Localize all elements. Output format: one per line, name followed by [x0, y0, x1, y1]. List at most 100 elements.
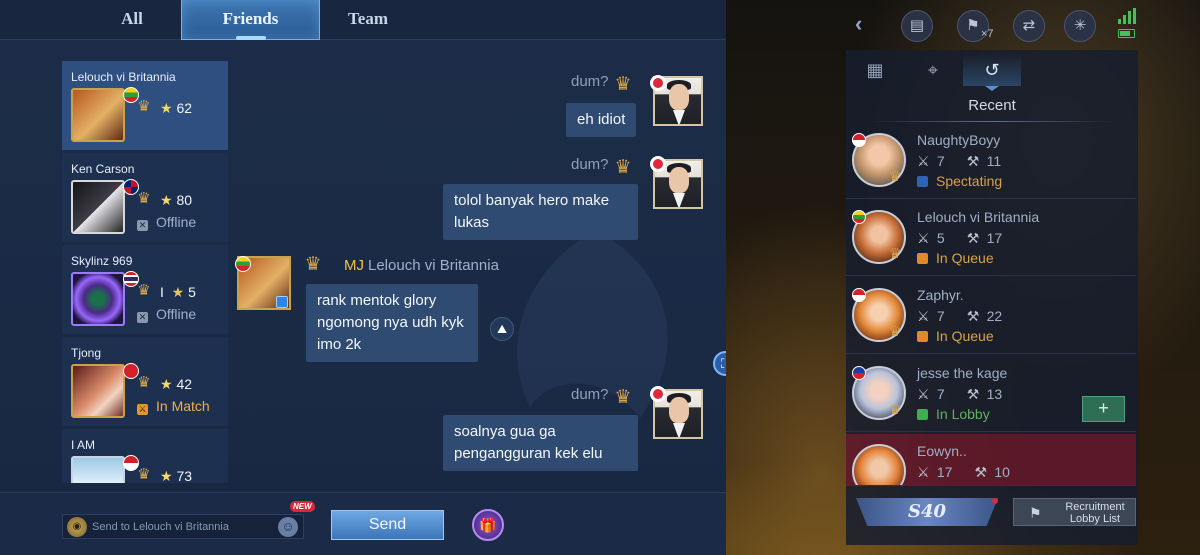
- message-bubble[interactable]: tolol banyak hero make lukas: [443, 184, 638, 240]
- multiplier-label: ×7: [981, 28, 994, 40]
- hammer-icon: ⚒: [966, 308, 980, 324]
- recent-player-item[interactable]: ♛ NaughtyBoyy ⚔ 7 ⚒ 11 Spectating: [846, 123, 1136, 199]
- message-text: eh idiot: [577, 111, 626, 128]
- message-input-placeholder: Send to Lelouch vi Britannia: [92, 521, 229, 533]
- avatar-shirt: [673, 423, 685, 437]
- kills: 5: [936, 230, 945, 246]
- chat-messages[interactable]: dum? ♛ eh idiot dum? ♛ tolol banyak hero m…: [230, 60, 726, 492]
- lobby-icon: [917, 409, 928, 420]
- tab-all[interactable]: All: [84, 0, 180, 40]
- recent-title: Recent: [968, 97, 1016, 114]
- recent-player-item[interactable]: ♛ Zaphyr. ⚔ 7 ⚒ 22 In Queue: [846, 278, 1136, 354]
- sender-name: dum?: [571, 386, 609, 403]
- avatar: [71, 364, 125, 418]
- rank-emblem-icon: ♛: [614, 74, 632, 95]
- avatar: [852, 444, 906, 485]
- recruitment-lobby-button[interactable]: ⚑ Recruitment Lobby List: [1013, 498, 1136, 526]
- spectating-icon: [917, 176, 928, 187]
- player-status: Spectating: [917, 173, 1002, 189]
- message-text-line1: rank mentok glory: [317, 292, 437, 309]
- rank-emblem-icon: ♛: [614, 157, 632, 178]
- avatar-face: [669, 397, 689, 423]
- friend-item-ken-carson[interactable]: Ken Carson ♛ ★ 80 ✕ Offline: [62, 153, 228, 242]
- flag-icon: [852, 288, 866, 302]
- queue-icon: [917, 253, 928, 264]
- rank-emblem-icon: ♛: [137, 466, 151, 483]
- queue-icon: [917, 331, 928, 342]
- rank-emblem-icon: ♛: [614, 387, 632, 408]
- friend-list[interactable]: Lelouch vi Britannia ♛ ★ 62 Ken Carson ♛…: [62, 61, 230, 483]
- message-text-line1: soalnya gua ga: [454, 423, 556, 440]
- translate-icon[interactable]: ⛰: [490, 317, 514, 341]
- message-bubble[interactable]: rank mentok glory ngomong nya udh kyk imo …: [306, 284, 478, 362]
- tab-team[interactable]: Team: [320, 0, 416, 40]
- message-bubble[interactable]: eh idiot: [566, 103, 637, 137]
- sender-name: Lelouch vi Britannia: [368, 257, 499, 274]
- friend-status: ⚔ In Match: [137, 398, 210, 415]
- status-text: In Lobby: [936, 406, 990, 422]
- emoji-icon[interactable]: ☺: [278, 517, 298, 537]
- card-icon[interactable]: ▤: [901, 10, 933, 42]
- network-icon[interactable]: ✳: [1064, 10, 1096, 42]
- flag-icon: [852, 366, 866, 380]
- player-name: Eowyn..: [917, 443, 967, 459]
- grid-icon[interactable]: ▦: [846, 54, 904, 86]
- kills: 7: [936, 153, 945, 169]
- tab-friends[interactable]: Friends: [181, 0, 320, 40]
- kills: 7: [936, 386, 945, 402]
- star-icon: ★: [160, 376, 173, 392]
- player-stats: ⚔ 17 ⚒ 10: [917, 464, 1010, 481]
- sender-name: dum?: [571, 73, 609, 90]
- gift-icon[interactable]: 🎁: [472, 509, 504, 541]
- avatar-face: [669, 84, 689, 110]
- flag-icon: [650, 75, 666, 91]
- rank-stars: ★ 62: [160, 100, 192, 117]
- games: 22: [986, 308, 1003, 324]
- invite-button[interactable]: +: [1082, 396, 1125, 422]
- message-text-line3: imo 2k: [317, 336, 362, 353]
- avatar: [71, 456, 125, 483]
- rank-emblem-icon: ♛: [888, 245, 902, 261]
- share-icon[interactable]: ⇄: [1013, 10, 1045, 42]
- star-icon: ★: [160, 468, 173, 483]
- friend-item-skylinz[interactable]: Skylinz 969 ♛ I ★ 5 ✕ Offline: [62, 245, 228, 334]
- avatar: [71, 180, 125, 234]
- message-sender: dum? ♛: [571, 73, 637, 96]
- status-text: Offline: [156, 306, 197, 322]
- friend-item-i-am[interactable]: I AM ♛ ★ 73: [62, 429, 228, 483]
- swords-icon: ⚔: [917, 386, 930, 402]
- status-text: In Queue: [936, 328, 994, 344]
- swords-icon: ⚔: [917, 464, 930, 480]
- avatar-shirt: [673, 110, 685, 124]
- friend-item-lelouch[interactable]: Lelouch vi Britannia ♛ ★ 62: [62, 61, 228, 150]
- vip-badge-icon: [276, 296, 288, 308]
- flag-icon: [650, 386, 666, 402]
- games: 10: [994, 464, 1010, 480]
- friend-name: Tjong: [71, 346, 102, 360]
- hammer-icon: ⚒: [974, 464, 988, 480]
- games: 11: [986, 153, 1002, 169]
- flag-icon: [852, 133, 866, 147]
- friend-item-tjong[interactable]: Tjong ♛ ★ 42 ⚔ In Match: [62, 337, 228, 426]
- send-button[interactable]: Send: [331, 510, 444, 540]
- player-name: jesse the kage: [917, 365, 1008, 381]
- message-input[interactable]: ◉ Send to Lelouch vi Britannia ☺: [62, 514, 304, 539]
- location-icon[interactable]: ⌖: [904, 54, 962, 86]
- recent-player-item[interactable]: Eowyn.. ⚔ 17 ⚒ 10: [846, 434, 1136, 486]
- swords-icon: ⚔: [917, 153, 930, 169]
- season-rank-banner[interactable]: S40: [856, 498, 998, 526]
- message-text-line2: lukas: [454, 214, 490, 231]
- rank-emblem-icon: ♛: [137, 374, 151, 391]
- rank-emblem-icon: ♛: [888, 168, 902, 184]
- swords-icon: ⚔: [917, 308, 930, 324]
- star-count: 73: [176, 468, 193, 483]
- rank-stars: ★ 73: [160, 468, 192, 483]
- player-stats: ⚔ 7 ⚒ 22: [917, 308, 1002, 325]
- history-icon[interactable]: ↺: [963, 54, 1021, 91]
- hammer-icon: ⚒: [966, 386, 980, 402]
- back-arrow-icon[interactable]: ‹: [855, 11, 862, 37]
- message-bubble[interactable]: soalnya gua ga pengangguran kek elu: [443, 415, 638, 471]
- avatar-shirt: [673, 193, 685, 207]
- player-stats: ⚔ 5 ⚒ 17: [917, 230, 1002, 247]
- recent-player-item[interactable]: ♛ Lelouch vi Britannia ⚔ 5 ⚒ 17 In Queue: [846, 200, 1136, 276]
